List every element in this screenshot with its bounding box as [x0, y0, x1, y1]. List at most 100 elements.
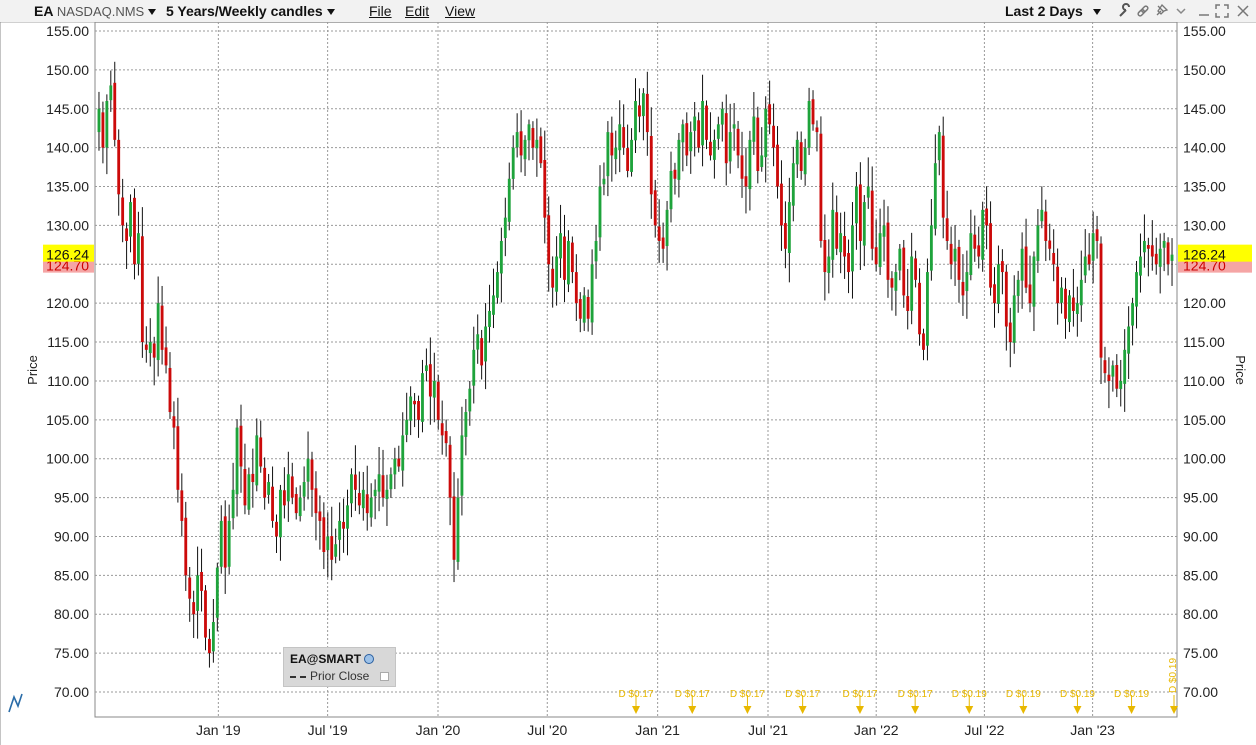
candle-body — [709, 141, 712, 156]
candle-body — [1139, 256, 1142, 276]
menu-file[interactable]: File — [369, 3, 392, 19]
candle-body — [787, 202, 791, 254]
candle-body — [993, 284, 996, 304]
y-axis-title-right: Price — [1233, 355, 1248, 385]
candle-body — [421, 373, 424, 422]
dividend-label: D $0.19 — [1168, 658, 1179, 693]
candle-body — [610, 132, 614, 156]
legend-title: EA@SMART — [290, 652, 362, 666]
candle-body — [728, 132, 732, 162]
dividend-label: D $0.17 — [730, 689, 765, 700]
menu-view[interactable]: View — [445, 3, 475, 19]
range-selector[interactable]: Last 2 Days — [1005, 3, 1101, 19]
candle-body — [1119, 380, 1123, 389]
candle-body — [523, 139, 527, 160]
candle-body — [736, 128, 740, 156]
x-tick-label: Jan '19 — [196, 722, 241, 738]
candle-body — [440, 423, 444, 436]
candle-body — [428, 364, 432, 397]
y-tick-label-right: 155.00 — [1183, 23, 1226, 39]
candle-body — [732, 124, 736, 129]
candle-body — [215, 567, 219, 618]
candle-body — [129, 202, 132, 237]
candle-body — [1079, 279, 1083, 306]
legend-prior-close: Prior Close — [290, 669, 369, 683]
candle-body — [669, 170, 673, 210]
y-tick-label-right: 95.00 — [1183, 490, 1218, 506]
candle-body — [353, 474, 357, 490]
candle-body — [1166, 242, 1170, 265]
period-selector[interactable]: 5 Years/Weekly candles — [166, 3, 335, 19]
candle-body — [961, 281, 965, 296]
candle-body — [140, 236, 144, 343]
y-tick-label-left: 75.00 — [54, 645, 89, 661]
chevron-down-icon[interactable] — [1173, 3, 1189, 19]
wrench-icon[interactable] — [1117, 3, 1133, 19]
candle-body — [929, 225, 933, 271]
y-tick-label-left: 120.00 — [46, 295, 89, 311]
candle-body — [626, 148, 630, 171]
candle-body — [799, 142, 803, 171]
y-tick-label-left: 145.00 — [46, 101, 89, 117]
candle-body — [1135, 272, 1138, 307]
candle-body — [109, 85, 113, 101]
y-axis-title-left: Price — [25, 355, 40, 385]
chart-legend[interactable]: EA@SMART Prior Close — [283, 647, 396, 687]
candle-body — [937, 132, 941, 161]
candle-body — [148, 342, 152, 354]
candle-body — [997, 264, 1000, 304]
candle-body — [586, 296, 590, 319]
candle-body — [760, 155, 764, 168]
close-icon[interactable] — [1235, 3, 1251, 19]
candle-body — [634, 100, 637, 141]
candle-body — [831, 209, 835, 260]
candle-body — [484, 326, 488, 362]
candle-body — [1103, 360, 1107, 374]
minimize-icon[interactable] — [1196, 3, 1212, 19]
menu-edit[interactable]: Edit — [405, 3, 429, 19]
dividend-arrow — [855, 706, 864, 714]
candle-body — [886, 222, 890, 280]
candle-body — [511, 147, 515, 179]
y-tick-label-left: 85.00 — [54, 567, 89, 583]
candle-body — [697, 120, 701, 148]
candle-body — [1044, 211, 1048, 241]
price-chart[interactable]: 155.00 155.00 150.00 150.00 145.00 145.00 140.… — [0, 22, 1256, 745]
candle-body — [184, 517, 188, 576]
prior-close-checkbox[interactable] — [380, 672, 389, 681]
candle-body — [113, 82, 117, 140]
x-tick-label: Jan '20 — [416, 722, 461, 738]
maximize-icon[interactable] — [1214, 3, 1230, 19]
candle-body — [1000, 261, 1004, 273]
y-tick-label-left: 115.00 — [47, 334, 89, 350]
candle-body — [807, 100, 811, 148]
candle-body — [720, 108, 724, 125]
candle-body — [259, 437, 263, 467]
candle-body — [97, 108, 101, 133]
candle-body — [602, 178, 606, 185]
crosshair-icon[interactable] — [8, 693, 23, 713]
candle-body — [267, 482, 271, 495]
candle-body — [377, 474, 381, 492]
candle-body — [507, 178, 511, 222]
candle-body — [835, 212, 839, 249]
range-label: Last 2 Days — [1005, 3, 1083, 19]
candle-body — [444, 431, 448, 444]
candle-body — [914, 258, 918, 280]
candle-body — [211, 622, 215, 652]
candle-body — [953, 248, 957, 262]
candle-body — [1111, 365, 1115, 377]
candle-body — [172, 416, 176, 428]
pin-icon[interactable] — [1153, 3, 1169, 19]
symbol-selector[interactable]: EA NASDAQ.NMS — [34, 3, 157, 19]
candle-body — [464, 412, 468, 437]
dividend-label: D $0.19 — [1006, 689, 1041, 700]
candle-body — [361, 489, 365, 509]
candle-body — [843, 236, 847, 257]
candle-body — [874, 247, 878, 265]
candle-body — [665, 209, 669, 247]
link-icon[interactable] — [1135, 3, 1151, 19]
candle-body — [496, 272, 499, 298]
candle-body — [1158, 248, 1162, 267]
candle-body — [160, 305, 164, 350]
